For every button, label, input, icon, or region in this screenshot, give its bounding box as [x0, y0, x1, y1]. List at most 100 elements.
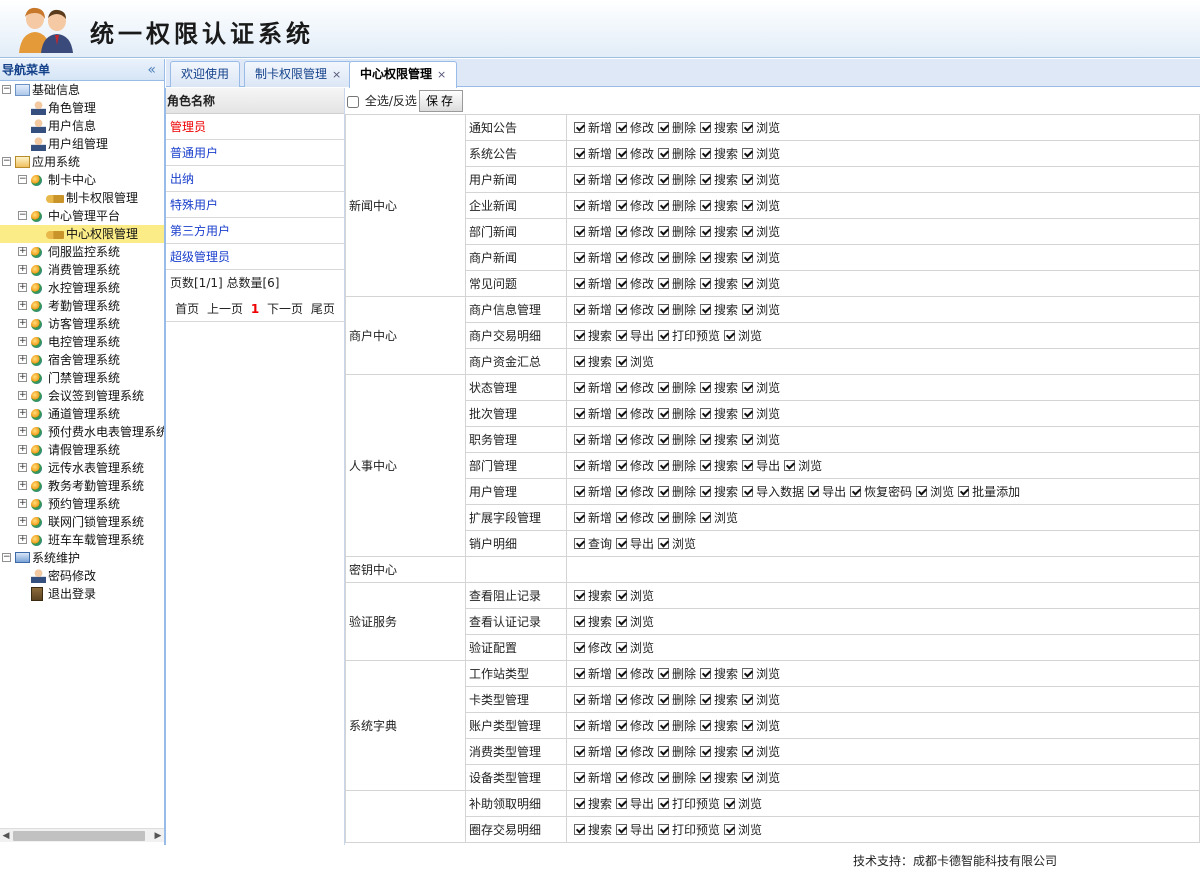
permission-checkbox[interactable] — [658, 772, 670, 783]
expand-icon[interactable]: + — [18, 499, 27, 508]
permission-checkbox[interactable] — [658, 460, 670, 471]
expand-icon[interactable]: + — [18, 535, 27, 544]
save-button[interactable]: 保存 — [419, 90, 464, 112]
role-item[interactable]: 特殊用户 — [166, 192, 344, 218]
close-icon[interactable]: × — [437, 68, 446, 81]
permission-checkbox[interactable] — [616, 382, 628, 393]
tree-item[interactable]: 密码修改 — [0, 567, 164, 585]
tree-item[interactable]: + 班车车载管理系统 — [0, 531, 164, 549]
permission-checkbox[interactable] — [616, 512, 628, 523]
permission-checkbox[interactable] — [742, 122, 754, 133]
permission-checkbox[interactable] — [700, 486, 712, 497]
permission-checkbox[interactable] — [574, 148, 585, 159]
pager-prev-link[interactable]: 上一页 — [207, 302, 243, 316]
expand-icon[interactable]: + — [18, 283, 27, 292]
tree-item[interactable]: + 消费管理系统 — [0, 261, 164, 279]
permission-checkbox[interactable] — [724, 824, 736, 835]
permission-checkbox[interactable] — [574, 590, 585, 601]
tree-item[interactable]: − 制卡中心 — [0, 171, 164, 189]
pager-next-link[interactable]: 下一页 — [267, 302, 303, 316]
expand-icon[interactable]: + — [18, 481, 27, 490]
tree-item[interactable]: + 访客管理系统 — [0, 315, 164, 333]
permission-checkbox[interactable] — [574, 798, 585, 809]
permission-checkbox[interactable] — [658, 226, 670, 237]
permission-checkbox[interactable] — [616, 746, 628, 757]
permission-checkbox[interactable] — [658, 200, 670, 211]
permission-checkbox[interactable] — [658, 174, 670, 185]
permission-checkbox[interactable] — [700, 512, 712, 523]
permission-checkbox[interactable] — [700, 122, 712, 133]
sidebar-horizontal-scrollbar[interactable]: ◀ ▶ — [0, 828, 164, 842]
permission-checkbox[interactable] — [700, 460, 712, 471]
permission-checkbox[interactable] — [574, 174, 585, 185]
permission-checkbox[interactable] — [574, 746, 585, 757]
permission-checkbox[interactable] — [700, 720, 712, 731]
permission-checkbox[interactable] — [574, 278, 585, 289]
permission-checkbox[interactable] — [574, 824, 585, 835]
permission-checkbox[interactable] — [742, 200, 754, 211]
permission-checkbox[interactable] — [616, 642, 628, 653]
permission-checkbox[interactable] — [574, 356, 585, 367]
permission-checkbox[interactable] — [742, 252, 754, 263]
permission-checkbox[interactable] — [742, 304, 754, 315]
collapse-icon[interactable]: − — [18, 175, 27, 184]
expand-icon[interactable]: + — [18, 337, 27, 346]
permission-checkbox[interactable] — [616, 122, 628, 133]
permission-checkbox[interactable] — [616, 226, 628, 237]
permission-checkbox[interactable] — [616, 174, 628, 185]
tree-item[interactable]: 角色管理 — [0, 99, 164, 117]
permission-checkbox[interactable] — [700, 746, 712, 757]
expand-icon[interactable]: + — [18, 265, 27, 274]
tree-item[interactable]: + 联网门锁管理系统 — [0, 513, 164, 531]
tree-item[interactable]: + 考勤管理系统 — [0, 297, 164, 315]
tree-item[interactable]: − 中心管理平台 — [0, 207, 164, 225]
expand-icon[interactable]: + — [18, 409, 27, 418]
permission-checkbox[interactable] — [658, 668, 670, 679]
permission-checkbox[interactable] — [658, 330, 670, 341]
permission-checkbox[interactable] — [742, 226, 754, 237]
permission-checkbox[interactable] — [700, 200, 712, 211]
role-item[interactable]: 超级管理员 — [166, 244, 344, 270]
scroll-left-icon[interactable]: ◀ — [0, 829, 12, 843]
permission-checkbox[interactable] — [616, 798, 628, 809]
permission-checkbox[interactable] — [742, 668, 754, 679]
permission-checkbox[interactable] — [574, 122, 585, 133]
collapse-icon[interactable]: − — [2, 553, 11, 562]
permission-checkbox[interactable] — [616, 720, 628, 731]
role-item[interactable]: 出纳 — [166, 166, 344, 192]
permission-checkbox[interactable] — [574, 330, 585, 341]
collapse-icon[interactable]: − — [2, 157, 11, 166]
permission-checkbox[interactable] — [658, 538, 670, 549]
tree-item[interactable]: + 门禁管理系统 — [0, 369, 164, 387]
permission-checkbox[interactable] — [700, 174, 712, 185]
permission-checkbox[interactable] — [700, 382, 712, 393]
permission-checkbox[interactable] — [808, 486, 820, 497]
close-icon[interactable]: × — [332, 68, 341, 81]
permission-checkbox[interactable] — [700, 252, 712, 263]
permission-checkbox[interactable] — [616, 590, 628, 601]
tree-item[interactable]: + 请假管理系统 — [0, 441, 164, 459]
tree-item[interactable]: + 伺服监控系统 — [0, 243, 164, 261]
expand-icon[interactable]: + — [18, 391, 27, 400]
permission-checkbox[interactable] — [574, 226, 585, 237]
tree-item[interactable]: 退出登录 — [0, 585, 164, 603]
permission-checkbox[interactable] — [742, 720, 754, 731]
tree-item[interactable]: 用户组管理 — [0, 135, 164, 153]
permission-checkbox[interactable] — [658, 824, 670, 835]
permission-checkbox[interactable] — [616, 356, 628, 367]
permission-checkbox[interactable] — [658, 148, 670, 159]
permission-checkbox[interactable] — [724, 798, 736, 809]
permission-checkbox[interactable] — [616, 408, 628, 419]
permission-checkbox[interactable] — [742, 486, 754, 497]
permission-checkbox[interactable] — [574, 668, 585, 679]
permission-checkbox[interactable] — [850, 486, 862, 497]
permission-checkbox[interactable] — [658, 382, 670, 393]
tree-item[interactable]: − 基础信息 — [0, 81, 164, 99]
expand-icon[interactable]: + — [18, 301, 27, 310]
permission-checkbox[interactable] — [658, 408, 670, 419]
permission-checkbox[interactable] — [700, 304, 712, 315]
expand-icon[interactable]: + — [18, 373, 27, 382]
permission-checkbox[interactable] — [574, 200, 585, 211]
permission-checkbox[interactable] — [616, 772, 628, 783]
permission-checkbox[interactable] — [574, 408, 585, 419]
